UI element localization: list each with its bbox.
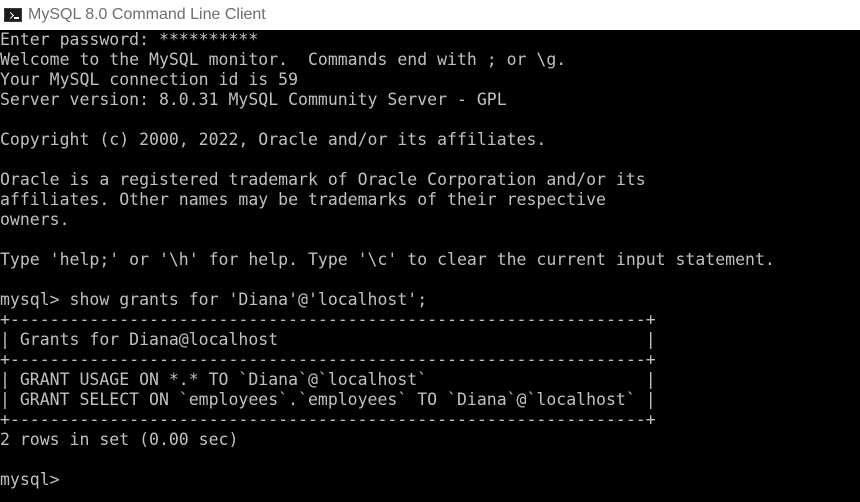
- console-line: Enter password: **********: [0, 30, 259, 49]
- console-output[interactable]: Enter password: ********** Welcome to the…: [0, 30, 860, 502]
- table-border: +---------------------------------------…: [0, 410, 656, 429]
- table-row: | GRANT USAGE ON *.* TO `Diana`@`localho…: [0, 370, 656, 389]
- table-row: | GRANT SELECT ON `employees`.`employees…: [0, 390, 656, 409]
- table-border: +---------------------------------------…: [0, 350, 656, 369]
- terminal-icon: [4, 8, 22, 22]
- table-border: +---------------------------------------…: [0, 310, 656, 329]
- window-title: MySQL 8.0 Command Line Client: [28, 6, 266, 23]
- console-line: Your MySQL connection id is 59: [0, 70, 299, 89]
- console-line: owners.: [0, 210, 70, 229]
- console-line: 2 rows in set (0.00 sec): [0, 430, 239, 449]
- mysql-client-window: MySQL 8.0 Command Line Client Enter pass…: [0, 0, 860, 502]
- command-line: mysql> show grants for 'Diana'@'localhos…: [0, 290, 428, 309]
- console-line: Type 'help;' or '\h' for help. Type '\c'…: [0, 250, 775, 269]
- mysql-prompt: mysql>: [0, 470, 60, 489]
- table-row: | Grants for Diana@localhost |: [0, 330, 656, 349]
- console-line: Server version: 8.0.31 MySQL Community S…: [0, 90, 507, 109]
- console-line: Copyright (c) 2000, 2022, Oracle and/or …: [0, 130, 547, 149]
- title-bar[interactable]: MySQL 8.0 Command Line Client: [0, 0, 860, 30]
- console-line: affiliates. Other names may be trademark…: [0, 190, 606, 209]
- console-line: Oracle is a registered trademark of Orac…: [0, 170, 646, 189]
- console-line: Welcome to the MySQL monitor. Commands e…: [0, 50, 567, 69]
